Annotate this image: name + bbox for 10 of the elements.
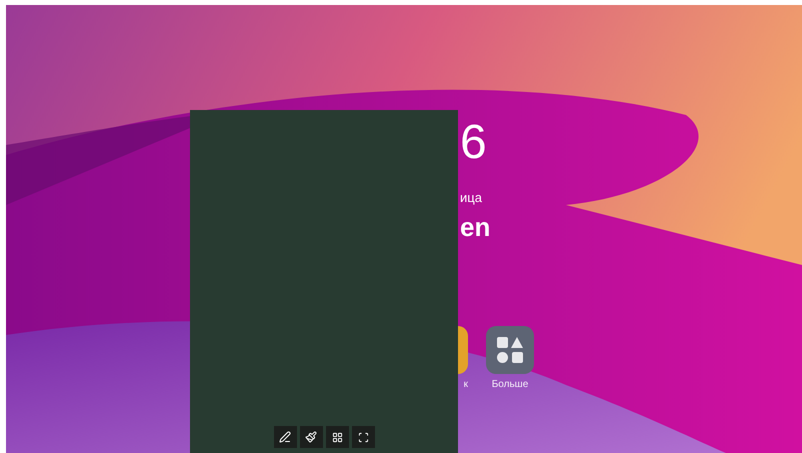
shapes-app-icon[interactable] [486,326,534,374]
brush-icon[interactable] [300,426,322,448]
app-label: Больше [492,380,528,390]
date-text: ица [460,191,482,204]
greeting-text: en [460,214,490,240]
fullscreen-icon[interactable] [352,426,374,448]
app-label: к [464,380,468,390]
pen-icon[interactable] [274,426,296,448]
clock-time: 6 [460,119,487,167]
grid-icon[interactable] [326,426,348,448]
